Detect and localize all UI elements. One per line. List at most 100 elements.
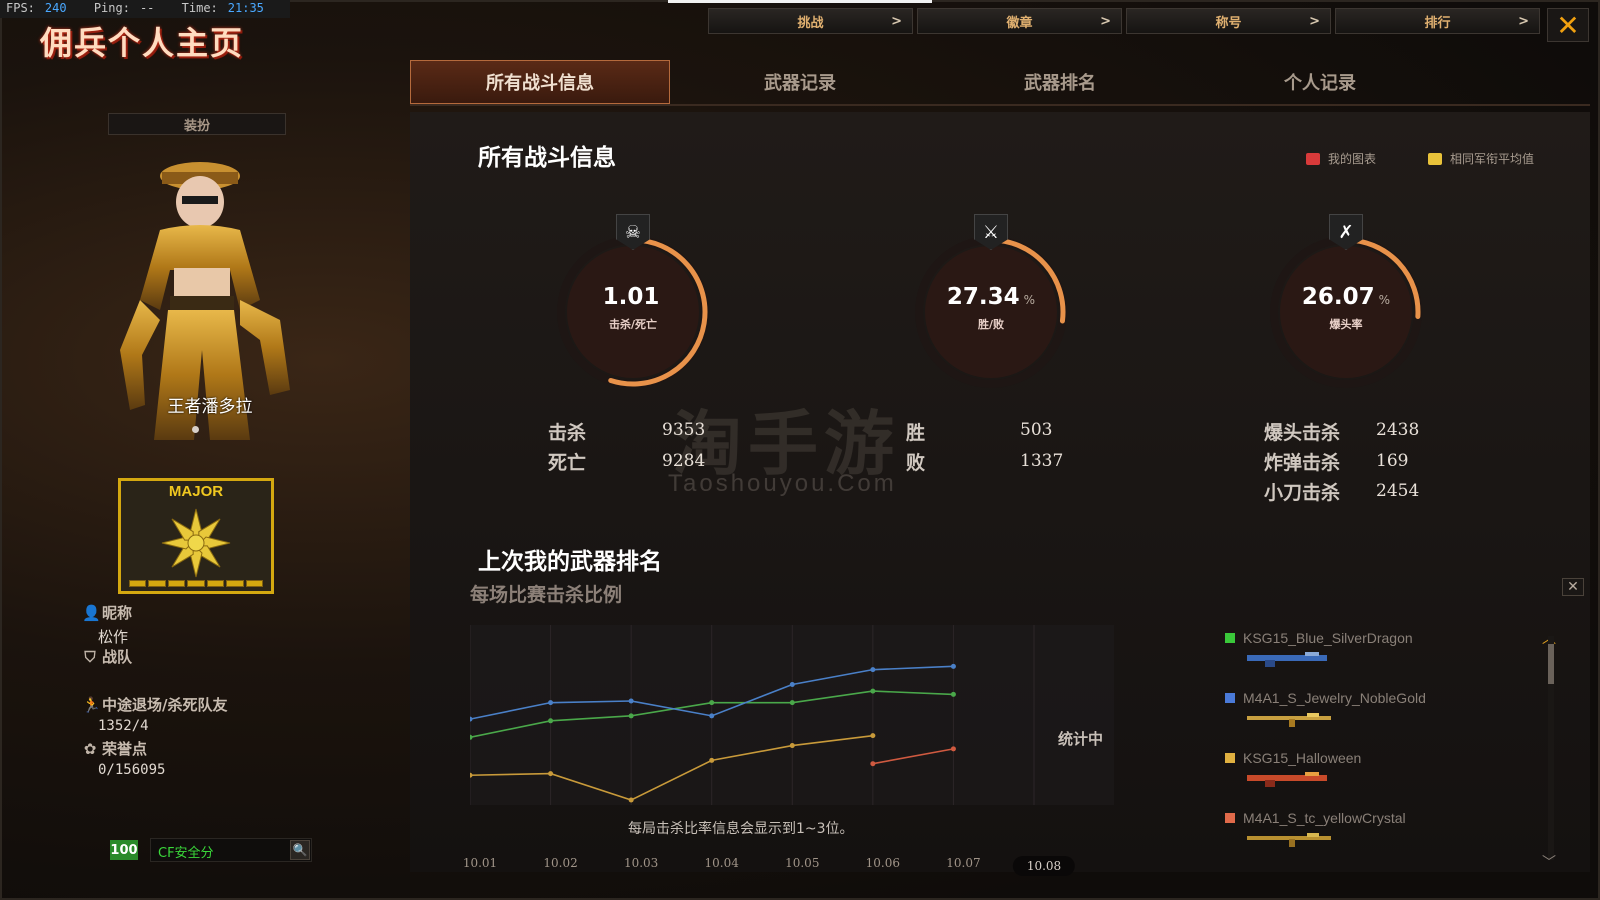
tab-bar: 所有战斗信息 武器记录 武器排名 个人记录 <box>410 60 1450 104</box>
data-point[interactable] <box>950 663 956 669</box>
legend-average: 相同军衔平均值 <box>1428 150 1534 167</box>
section-subtitle-kill-ratio: 每场比赛击杀比例 <box>470 584 623 606</box>
nav-ranking-button[interactable]: 排行 > <box>1335 8 1540 34</box>
nickname-value: 松作 <box>98 628 129 646</box>
carousel-dot[interactable] <box>192 426 199 433</box>
star-icon <box>161 508 231 578</box>
nickname-label: 👤昵称 <box>82 604 133 622</box>
tab-weapon-records[interactable]: 武器记录 <box>670 60 930 104</box>
nav-challenge-button[interactable]: 挑战 > <box>708 8 913 34</box>
x-axis-tick-label[interactable]: 10.08 <box>1012 856 1076 876</box>
losses-label: 败 <box>906 452 926 474</box>
top-highlight-bar <box>668 0 932 3</box>
team-label: ⛉ 战队 <box>82 646 132 667</box>
page-title: 佣兵个人主页 <box>40 24 245 62</box>
gauge-win-rate: ⚔ 27.34% 胜/败 <box>901 214 1081 402</box>
deaths-label: 死亡 <box>548 452 587 474</box>
close-icon[interactable]: ✕ <box>1562 578 1584 596</box>
scroll-down-icon[interactable]: ﹀ <box>1542 852 1556 872</box>
x-axis-tick-label[interactable]: 10.02 <box>543 856 577 870</box>
data-point[interactable] <box>950 746 956 752</box>
legend-swatch-orange <box>1225 753 1235 763</box>
bomb-kills-value: 169 <box>1376 451 1409 471</box>
legend-swatch-red <box>1225 813 1235 823</box>
knife-kills-label: 小刀击杀 <box>1264 482 1341 504</box>
close-icon[interactable]: ✕ <box>1547 8 1589 42</box>
deaths-value: 9284 <box>662 451 706 471</box>
gauge-face <box>567 246 699 378</box>
bomb-kills-label: 炸弹击杀 <box>1264 452 1341 474</box>
data-point[interactable] <box>709 700 715 706</box>
fps-value: 240 <box>44 1 67 15</box>
x-axis-tick-label[interactable]: 10.04 <box>705 856 739 870</box>
losses-value: 1337 <box>1020 451 1064 471</box>
data-point[interactable] <box>628 797 634 803</box>
legend-swatch-green <box>1225 633 1235 643</box>
ping-value: -- <box>139 1 155 15</box>
x-axis-tick-label[interactable]: 10.01 <box>463 856 497 870</box>
tab-personal-records[interactable]: 个人记录 <box>1190 60 1450 104</box>
chevron-right-icon: > <box>891 13 902 29</box>
watermark-sub: Taoshouyou.Com <box>668 470 897 497</box>
chevron-right-icon: > <box>1518 13 1529 29</box>
data-point[interactable] <box>628 713 634 719</box>
data-point[interactable] <box>870 733 876 739</box>
knife-kills-value: 2454 <box>1376 481 1420 501</box>
rifle-icon <box>1247 833 1331 847</box>
kd-value: 1.01 <box>602 284 660 310</box>
data-point[interactable] <box>870 761 876 767</box>
wins-value: 503 <box>1020 420 1053 440</box>
data-point[interactable] <box>789 682 795 687</box>
data-point[interactable] <box>870 667 876 673</box>
gauge-headshot-rate: ✗ 26.07% 爆头率 <box>1256 214 1436 402</box>
x-axis-tick-label[interactable]: 10.05 <box>785 856 819 870</box>
top-nav: 挑战 > 徽章 > 称号 > 排行 > <box>708 8 1540 34</box>
dress-up-button[interactable]: 装扮 <box>108 113 286 135</box>
weapon-item[interactable]: KSG15_Halloween <box>1225 750 1485 787</box>
legend-mine: 我的图表 <box>1306 150 1376 167</box>
quit-teamkill-value: 1352/4 <box>98 718 149 734</box>
rank-badge: MAJOR <box>118 478 274 594</box>
nav-badge-button[interactable]: 徽章 > <box>917 8 1122 34</box>
x-axis-tick-label[interactable]: 10.03 <box>624 856 658 870</box>
x-axis-tick-label[interactable]: 10.06 <box>866 856 900 870</box>
time-value: 21:35 <box>227 1 264 15</box>
win-rate-value: 27.34% <box>946 284 1036 310</box>
data-point[interactable] <box>548 700 554 706</box>
data-point[interactable] <box>548 718 554 724</box>
legend-swatch-yellow <box>1428 152 1442 165</box>
laurel-icon: ✿ <box>83 740 97 758</box>
data-point[interactable] <box>628 698 634 704</box>
weapon-item[interactable]: M4A1_S_tc_yellowCrystal <box>1225 810 1485 847</box>
scrollbar[interactable] <box>1548 636 1554 860</box>
data-point[interactable] <box>950 691 956 697</box>
character-name: 王者潘多拉 <box>167 397 253 417</box>
data-point[interactable] <box>709 713 715 719</box>
honor-value: 0/156095 <box>98 762 166 778</box>
search-icon[interactable]: 🔍 <box>290 840 310 860</box>
tab-divider <box>410 104 1590 106</box>
section-title-weapon-ranking: 上次我的武器排名 <box>478 549 662 575</box>
gauge-face <box>925 246 1057 378</box>
safety-score-label: CF安全分 <box>158 846 214 861</box>
kill-ratio-line-chart <box>470 625 1114 805</box>
tab-weapon-ranking[interactable]: 武器排名 <box>930 60 1190 104</box>
section-title-battle-info: 所有战斗信息 <box>478 145 616 171</box>
kills-value: 9353 <box>662 420 706 440</box>
chevron-right-icon: > <box>1309 13 1320 29</box>
running-man-icon: 🏃 <box>82 696 101 714</box>
weapon-item[interactable]: M4A1_S_Jewelry_NobleGold <box>1225 690 1485 727</box>
data-point[interactable] <box>548 771 554 777</box>
weapon-item[interactable]: KSG15_Blue_SilverDragon <box>1225 630 1485 667</box>
data-point[interactable] <box>789 700 795 706</box>
x-axis-tick-label[interactable]: 10.07 <box>946 856 980 870</box>
scrollbar-thumb[interactable] <box>1548 644 1554 684</box>
nav-title-button[interactable]: 称号 > <box>1126 8 1331 34</box>
quit-teamkill-label: 🏃中途退场/杀死队友 <box>82 696 228 714</box>
data-point[interactable] <box>709 757 715 763</box>
data-point[interactable] <box>870 688 876 694</box>
data-point[interactable] <box>789 743 795 749</box>
legend-swatch-red <box>1306 152 1320 165</box>
tab-all-battle-info[interactable]: 所有战斗信息 <box>410 60 670 104</box>
headshot-kills-label: 爆头击杀 <box>1264 422 1341 444</box>
